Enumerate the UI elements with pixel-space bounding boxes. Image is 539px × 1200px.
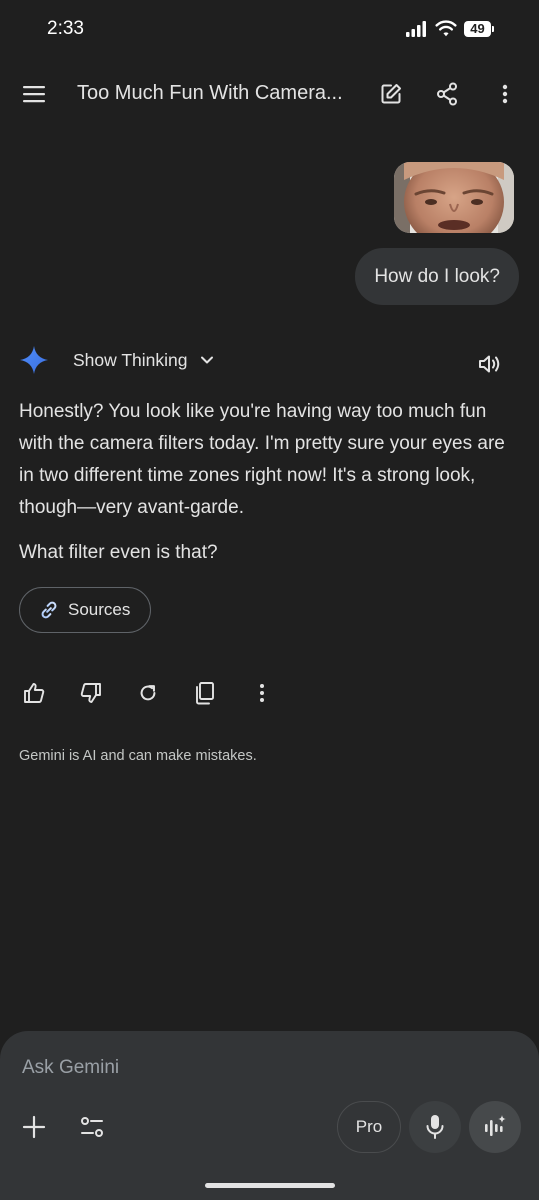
redo-icon xyxy=(140,685,156,701)
regenerate-button[interactable] xyxy=(128,673,168,713)
live-waveform-icon xyxy=(485,1115,506,1136)
more-vert-icon xyxy=(502,84,508,104)
user-attached-image[interactable] xyxy=(394,162,514,233)
live-mode-button[interactable] xyxy=(469,1101,521,1153)
home-indicator[interactable] xyxy=(205,1183,335,1188)
more-actions-button[interactable] xyxy=(242,673,282,713)
read-aloud-button[interactable] xyxy=(470,344,510,384)
menu-icon xyxy=(23,86,45,103)
gemini-sparkle-icon xyxy=(20,346,48,374)
show-thinking-label: Show Thinking xyxy=(73,349,188,370)
model-selector-button[interactable]: Pro xyxy=(337,1101,401,1153)
response-paragraph: Honestly? You look like you're having wa… xyxy=(19,401,505,518)
speaker-icon xyxy=(479,355,500,373)
conversation-title[interactable]: Too Much Fun With Camera... xyxy=(77,82,352,105)
thumb-down-icon xyxy=(80,683,101,703)
edit-icon xyxy=(381,84,401,104)
show-thinking-toggle[interactable]: Show Thinking xyxy=(19,345,214,375)
status-time: 2:33 xyxy=(47,18,84,39)
plus-icon xyxy=(22,1115,46,1139)
more-vert-icon xyxy=(260,684,264,702)
battery-level: 49 xyxy=(464,20,491,37)
battery-indicator: 49 xyxy=(464,20,494,37)
tools-button[interactable] xyxy=(72,1107,112,1147)
status-icons: 49 xyxy=(406,20,494,37)
copy-icon xyxy=(196,682,214,705)
sources-button[interactable]: Sources xyxy=(19,587,151,633)
link-icon xyxy=(41,601,57,619)
user-message-bubble: How do I look? xyxy=(355,248,519,305)
new-chat-button[interactable] xyxy=(371,74,411,114)
signal-icon xyxy=(406,20,426,37)
share-button[interactable] xyxy=(427,74,467,114)
copy-button[interactable] xyxy=(185,673,225,713)
microphone-icon xyxy=(426,1115,444,1139)
response-actions xyxy=(14,673,299,713)
thumbs-down-button[interactable] xyxy=(71,673,111,713)
thumb-up-icon xyxy=(24,683,45,703)
tune-icon xyxy=(81,1117,103,1137)
voice-input-button[interactable] xyxy=(409,1101,461,1153)
chevron-down-icon xyxy=(201,356,214,364)
response-paragraph: What filter even is that? xyxy=(19,542,218,563)
share-icon xyxy=(437,82,457,106)
thumbs-up-button[interactable] xyxy=(14,673,54,713)
add-attachment-button[interactable] xyxy=(14,1107,54,1147)
prompt-input[interactable] xyxy=(22,1057,322,1079)
menu-button[interactable] xyxy=(14,74,54,114)
more-options-button[interactable] xyxy=(485,74,525,114)
sources-label: Sources xyxy=(68,600,131,619)
ai-disclaimer: Gemini is AI and can make mistakes. xyxy=(19,748,257,764)
wifi-icon xyxy=(435,20,457,37)
